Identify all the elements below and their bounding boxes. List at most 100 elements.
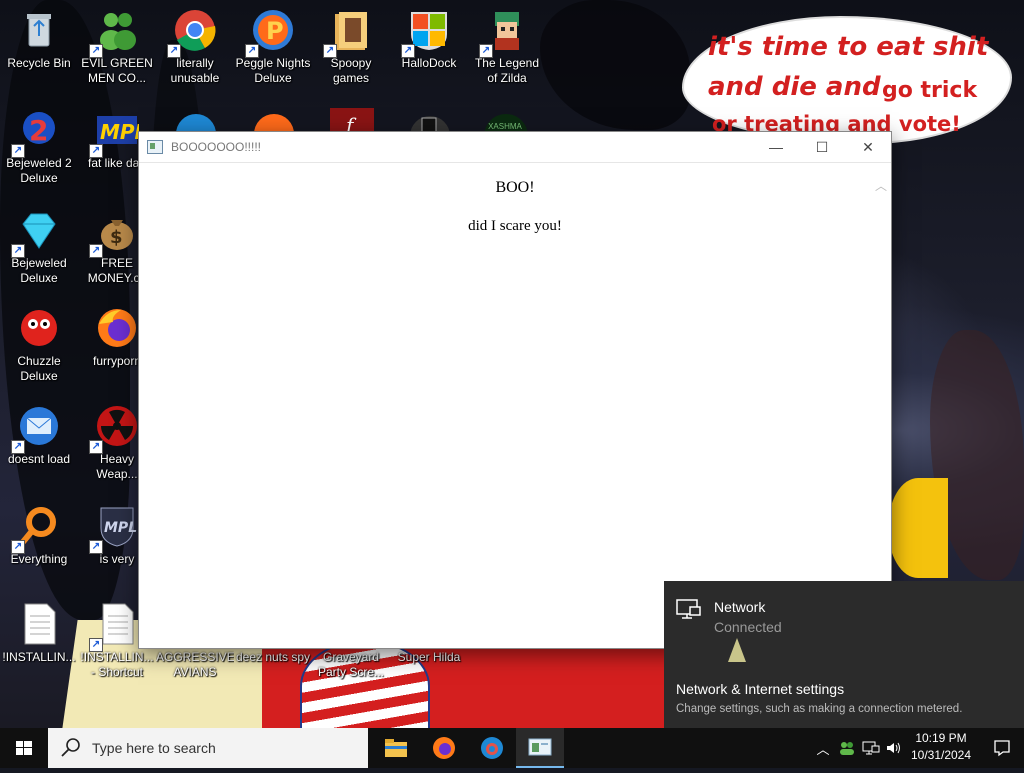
boo-heading: BOO! xyxy=(495,179,535,196)
svg-text:2: 2 xyxy=(29,114,48,147)
desktop-icon-chuzzle[interactable]: Chuzzle Deluxe xyxy=(0,306,78,384)
desktop-icon-peggle-nights[interactable]: P ↗ Peggle Nights Deluxe xyxy=(234,8,312,86)
desktop-icon-spoopy-games[interactable]: ↗ Spoopy games xyxy=(312,8,390,86)
bejeweled2-icon: 2 ↗ xyxy=(11,108,61,158)
desktop-icon-doesnt-load[interactable]: ↗ doesnt load xyxy=(0,404,78,467)
icon-label: The Legend of Zilda xyxy=(474,56,540,85)
windows-logo-icon: ↗ xyxy=(401,8,451,58)
desktop-icon-evil-green-men[interactable]: ↗ EVIL GREEN MEN CO... xyxy=(78,8,156,86)
icon-label: HalloDock xyxy=(401,56,457,70)
shield-mpl-icon: MPL ↗ xyxy=(89,504,139,554)
icon-label: doesnt load xyxy=(7,452,71,466)
show-hidden-icons-button[interactable]: ︿ xyxy=(812,728,834,768)
edge-icon xyxy=(481,737,503,759)
speech-bubble: it's time to eat shit and die and go tri… xyxy=(684,18,1010,142)
desktop-icon-bejeweled-2[interactable]: 2 ↗ Bejeweled 2 Deluxe xyxy=(0,108,78,186)
network-status: Connected xyxy=(714,619,782,635)
desktop-icon-everything[interactable]: ↗ Everything xyxy=(0,504,78,567)
bubble-line-2b: go trick xyxy=(882,78,978,103)
icon-label: literally unusable xyxy=(170,56,220,85)
chrome-icon: ↗ xyxy=(167,8,217,58)
desktop-icon-recycle-bin[interactable]: Recycle Bin xyxy=(0,8,78,71)
network-settings-description: Change settings, such as making a connec… xyxy=(676,703,963,715)
notification-icon xyxy=(994,740,1010,757)
search-icon xyxy=(61,738,80,757)
desktop-icon-legend-of-zilda[interactable]: ↗ The Legend of Zilda xyxy=(468,8,546,86)
desktop-icon-hallodock[interactable]: ↗ HalloDock xyxy=(390,8,468,71)
icon-label: deez nuts spy xyxy=(235,650,311,664)
taskbar-search-box[interactable]: Type here to search xyxy=(48,728,368,768)
peggle-icon: P ↗ xyxy=(245,8,295,58)
chuzzle-icon xyxy=(17,306,61,350)
desktop-icon-bejeweled[interactable]: ↗ Bejeweled Deluxe xyxy=(0,208,78,286)
minimize-button[interactable]: — xyxy=(753,132,799,162)
boo-window[interactable]: BOOOOOOO!!!!! — ☐ ✕ BOO! did I scare you… xyxy=(138,131,892,649)
window-titlebar[interactable]: BOOOOOOO!!!!! — ☐ ✕ xyxy=(139,132,891,163)
clock-time: 10:19 PM xyxy=(915,731,967,745)
maximize-button[interactable]: ☐ xyxy=(799,132,845,162)
wallpaper-pumpkin xyxy=(888,478,948,578)
everything-search-icon: ↗ xyxy=(11,504,61,554)
icon-label: EVIL GREEN MEN CO... xyxy=(81,56,153,85)
tray-volume-icon[interactable] xyxy=(884,728,904,768)
icon-label: Bejeweled 2 Deluxe xyxy=(6,156,72,185)
tray-people-icon[interactable] xyxy=(836,728,858,768)
icon-label: !INSTALLIN... xyxy=(2,650,76,664)
taskbar-clock[interactable]: 10:19 PM 10/31/2024 xyxy=(904,730,978,764)
taskbar-edge[interactable] xyxy=(468,728,516,768)
recycle-bin-icon xyxy=(17,8,61,52)
clock-date: 10/31/2024 xyxy=(910,748,972,762)
icon-label: Everything xyxy=(10,552,68,566)
edge-partial-icon xyxy=(170,104,220,134)
money-bag-icon: $ ↗ xyxy=(89,208,139,258)
icon-label: Peggle Nights Deluxe xyxy=(235,56,311,85)
icon-label: AGGRESSIVE AVIANS xyxy=(156,650,234,679)
document-icon: ↗ xyxy=(89,602,139,652)
wallpaper-tree xyxy=(540,0,690,130)
green-men-icon: ↗ xyxy=(89,8,139,58)
tray-network-icon[interactable] xyxy=(860,728,882,768)
app-window-icon xyxy=(147,140,163,154)
document-icon xyxy=(17,602,61,646)
icon-label: !INSTALLIN... - Shortcut xyxy=(80,650,154,679)
icon-label: Recycle Bin xyxy=(7,56,71,70)
desktop-icon-literally-unusable[interactable]: ↗ literally unusable xyxy=(156,8,234,86)
thunderbird-icon: ↗ xyxy=(11,404,61,454)
action-center-button[interactable] xyxy=(980,728,1024,768)
svg-text:MPL: MPL xyxy=(104,520,137,536)
icon-label: Bejeweled Deluxe xyxy=(11,256,67,285)
wired-network-icon xyxy=(676,599,702,621)
start-button[interactable] xyxy=(0,728,48,768)
peggle-partial-icon xyxy=(248,104,298,134)
bubble-line-1: it's time to eat shit xyxy=(708,32,989,62)
windows-start-icon xyxy=(16,741,32,755)
taskbar-file-explorer[interactable] xyxy=(372,728,420,768)
close-button[interactable]: ✕ xyxy=(845,132,891,162)
xashma-label: XASHMA xyxy=(488,122,522,131)
taskbar-boo-app[interactable] xyxy=(516,728,564,768)
people-icon xyxy=(840,742,854,755)
network-item[interactable]: Network Connected xyxy=(676,599,782,635)
window-title: BOOOOOOO!!!!! xyxy=(171,140,262,154)
taskbar: Type here to search ︿ 10:19 PM 10/31/202… xyxy=(0,728,1024,768)
chevron-up-icon: ︿ xyxy=(816,741,830,757)
firefox-icon xyxy=(95,306,139,350)
scroll-up-icon[interactable]: ︿ xyxy=(875,177,887,194)
taskbar-firefox[interactable] xyxy=(420,728,468,768)
desktop-icon-installing[interactable]: !INSTALLIN... xyxy=(0,602,78,665)
network-flyout: Network Connected Network & Internet set… xyxy=(664,581,1024,728)
network-settings-link[interactable]: Network & Internet settings xyxy=(676,681,844,697)
icon-label: Chuzzle Deluxe xyxy=(17,354,61,383)
radiation-icon: ↗ xyxy=(89,404,139,454)
search-placeholder: Type here to search xyxy=(92,740,216,756)
bubble-line-2a: and die and xyxy=(708,72,881,102)
svg-text:$: $ xyxy=(110,227,123,248)
svg-text:P: P xyxy=(266,17,284,45)
mouse-cursor xyxy=(728,638,746,662)
window-content: BOO! did I scare you! ︿ xyxy=(139,163,891,647)
mpl-icon: MPL ↗ xyxy=(89,108,147,158)
speaker-icon xyxy=(887,742,900,754)
firefox-icon xyxy=(433,737,455,759)
icon-label: Super Hilda xyxy=(397,650,461,664)
icon-label: Spoopy games xyxy=(330,56,372,85)
